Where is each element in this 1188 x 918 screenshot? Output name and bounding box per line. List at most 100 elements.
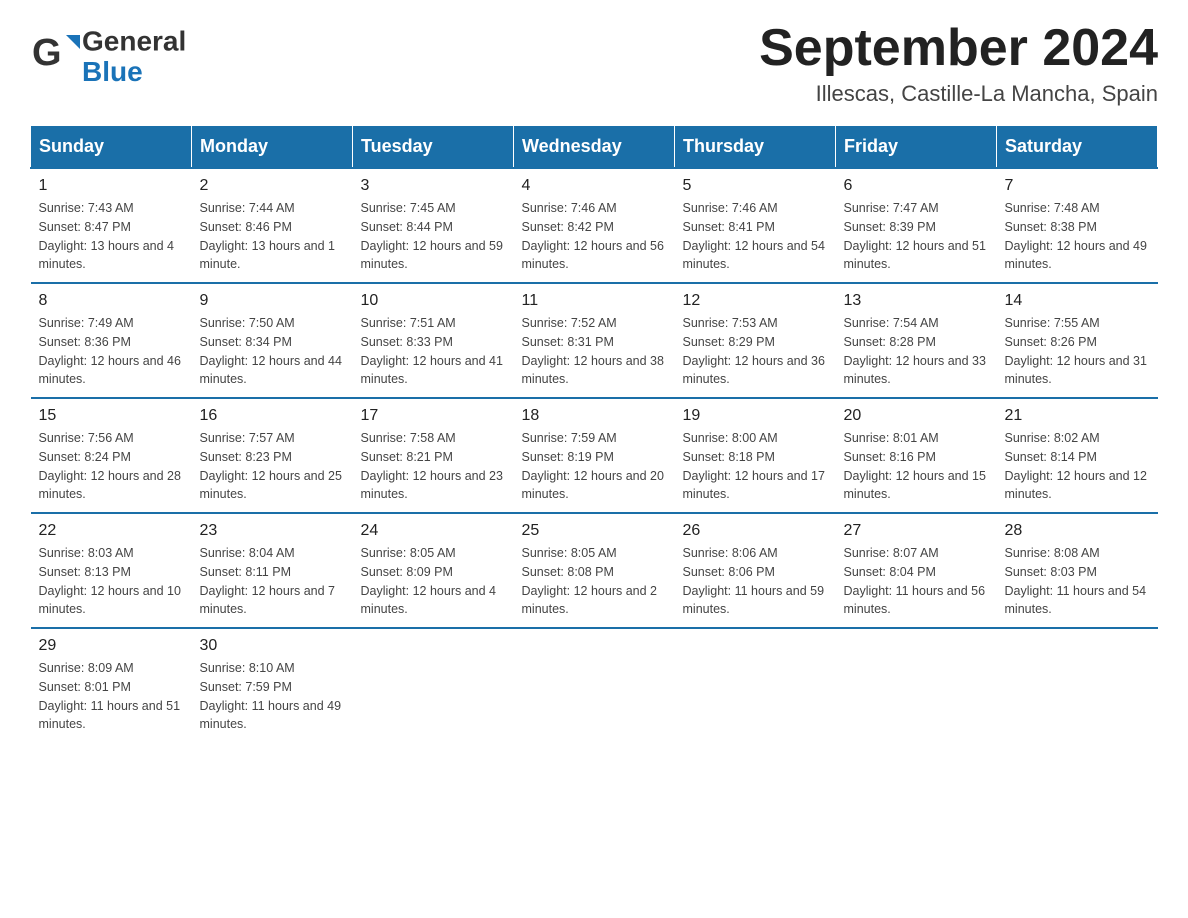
calendar-cell: 28 Sunrise: 8:08 AMSunset: 8:03 PMDayligh… xyxy=(997,513,1158,628)
day-number: 8 xyxy=(39,292,184,310)
col-header-tuesday: Tuesday xyxy=(353,126,514,169)
day-info: Sunrise: 7:50 AMSunset: 8:34 PMDaylight:… xyxy=(200,314,345,389)
calendar-header-row: SundayMondayTuesdayWednesdayThursdayFrid… xyxy=(31,126,1158,169)
day-number: 9 xyxy=(200,292,345,310)
calendar-cell: 29 Sunrise: 8:09 AMSunset: 8:01 PMDayligh… xyxy=(31,628,192,742)
day-number: 5 xyxy=(683,177,828,195)
calendar-cell: 1Sunrise: 7:43 AMSunset: 8:47 PMDaylight… xyxy=(31,168,192,283)
calendar-cell: 9 Sunrise: 7:50 AMSunset: 8:34 PMDaylight… xyxy=(192,283,353,398)
day-info: Sunrise: 7:46 AMSunset: 8:41 PMDaylight:… xyxy=(683,199,828,274)
day-info: Sunrise: 7:46 AMSunset: 8:42 PMDaylight:… xyxy=(522,199,667,274)
calendar-table: SundayMondayTuesdayWednesdayThursdayFrid… xyxy=(30,125,1158,742)
day-info: Sunrise: 8:05 AMSunset: 8:09 PMDaylight:… xyxy=(361,544,506,619)
day-number: 24 xyxy=(361,522,506,540)
calendar-cell: 6Sunrise: 7:47 AMSunset: 8:39 PMDaylight… xyxy=(836,168,997,283)
day-number: 18 xyxy=(522,407,667,425)
day-number: 22 xyxy=(39,522,184,540)
calendar-cell: 10Sunrise: 7:51 AMSunset: 8:33 PMDayligh… xyxy=(353,283,514,398)
calendar-cell: 25Sunrise: 8:05 AMSunset: 8:08 PMDayligh… xyxy=(514,513,675,628)
day-info: Sunrise: 7:51 AMSunset: 8:33 PMDaylight:… xyxy=(361,314,506,389)
logo-general: General xyxy=(82,20,186,58)
calendar-cell: 17Sunrise: 7:58 AMSunset: 8:21 PMDayligh… xyxy=(353,398,514,513)
day-info: Sunrise: 7:45 AMSunset: 8:44 PMDaylight:… xyxy=(361,199,506,274)
col-header-saturday: Saturday xyxy=(997,126,1158,169)
calendar-cell: 7 Sunrise: 7:48 AMSunset: 8:38 PMDaylight… xyxy=(997,168,1158,283)
calendar-cell: 24 Sunrise: 8:05 AMSunset: 8:09 PMDayligh… xyxy=(353,513,514,628)
day-info: Sunrise: 7:58 AMSunset: 8:21 PMDaylight:… xyxy=(361,429,506,504)
month-year-title: September 2024 xyxy=(759,20,1158,77)
day-info: Sunrise: 8:03 AMSunset: 8:13 PMDaylight:… xyxy=(39,544,184,619)
col-header-sunday: Sunday xyxy=(31,126,192,169)
day-number: 29 xyxy=(39,637,184,655)
calendar-cell xyxy=(997,628,1158,742)
page-header: G General Blue September 2024 Illescas, … xyxy=(30,20,1158,107)
calendar-cell: 23 Sunrise: 8:04 AMSunset: 8:11 PMDayligh… xyxy=(192,513,353,628)
calendar-week-row: 15Sunrise: 7:56 AMSunset: 8:24 PMDayligh… xyxy=(31,398,1158,513)
calendar-cell: 4Sunrise: 7:46 AMSunset: 8:42 PMDaylight… xyxy=(514,168,675,283)
day-number: 14 xyxy=(1005,292,1150,310)
day-number: 13 xyxy=(844,292,989,310)
day-info: Sunrise: 7:59 AMSunset: 8:19 PMDaylight:… xyxy=(522,429,667,504)
day-info: Sunrise: 8:01 AMSunset: 8:16 PMDaylight:… xyxy=(844,429,989,504)
logo-blue: Blue xyxy=(82,58,186,86)
calendar-cell: 15Sunrise: 7:56 AMSunset: 8:24 PMDayligh… xyxy=(31,398,192,513)
day-number: 30 xyxy=(200,637,345,655)
col-header-wednesday: Wednesday xyxy=(514,126,675,169)
day-info: Sunrise: 7:47 AMSunset: 8:39 PMDaylight:… xyxy=(844,199,989,274)
calendar-week-row: 1Sunrise: 7:43 AMSunset: 8:47 PMDaylight… xyxy=(31,168,1158,283)
calendar-cell: 12 Sunrise: 7:53 AMSunset: 8:29 PMDayligh… xyxy=(675,283,836,398)
day-info: Sunrise: 7:44 AMSunset: 8:46 PMDaylight:… xyxy=(200,199,345,274)
calendar-cell xyxy=(353,628,514,742)
calendar-cell: 20 Sunrise: 8:01 AMSunset: 8:16 PMDayligh… xyxy=(836,398,997,513)
day-number: 23 xyxy=(200,522,345,540)
calendar-cell: 26 Sunrise: 8:06 AMSunset: 8:06 PMDayligh… xyxy=(675,513,836,628)
day-info: Sunrise: 8:08 AMSunset: 8:03 PMDaylight:… xyxy=(1005,544,1150,619)
calendar-cell: 11Sunrise: 7:52 AMSunset: 8:31 PMDayligh… xyxy=(514,283,675,398)
calendar-cell: 27 Sunrise: 8:07 AMSunset: 8:04 PMDayligh… xyxy=(836,513,997,628)
day-number: 16 xyxy=(200,407,345,425)
logo: G General Blue xyxy=(30,20,186,86)
day-number: 3 xyxy=(361,177,506,195)
svg-text:G: G xyxy=(32,32,62,74)
calendar-cell: 5 Sunrise: 7:46 AMSunset: 8:41 PMDaylight… xyxy=(675,168,836,283)
calendar-cell xyxy=(675,628,836,742)
day-info: Sunrise: 8:02 AMSunset: 8:14 PMDaylight:… xyxy=(1005,429,1150,504)
title-block: September 2024 Illescas, Castille-La Man… xyxy=(759,20,1158,107)
day-number: 7 xyxy=(1005,177,1150,195)
location-subtitle: Illescas, Castille-La Mancha, Spain xyxy=(759,81,1158,107)
day-number: 11 xyxy=(522,292,667,310)
calendar-week-row: 29 Sunrise: 8:09 AMSunset: 8:01 PMDayligh… xyxy=(31,628,1158,742)
day-number: 2 xyxy=(200,177,345,195)
day-info: Sunrise: 7:55 AMSunset: 8:26 PMDaylight:… xyxy=(1005,314,1150,389)
day-number: 28 xyxy=(1005,522,1150,540)
calendar-cell: 22 Sunrise: 8:03 AMSunset: 8:13 PMDayligh… xyxy=(31,513,192,628)
col-header-thursday: Thursday xyxy=(675,126,836,169)
day-info: Sunrise: 7:43 AMSunset: 8:47 PMDaylight:… xyxy=(39,199,184,274)
day-number: 25 xyxy=(522,522,667,540)
calendar-cell: 21 Sunrise: 8:02 AMSunset: 8:14 PMDayligh… xyxy=(997,398,1158,513)
day-info: Sunrise: 8:09 AMSunset: 8:01 PMDaylight:… xyxy=(39,659,184,734)
day-info: Sunrise: 7:53 AMSunset: 8:29 PMDaylight:… xyxy=(683,314,828,389)
calendar-week-row: 8 Sunrise: 7:49 AMSunset: 8:36 PMDaylight… xyxy=(31,283,1158,398)
calendar-cell: 18 Sunrise: 7:59 AMSunset: 8:19 PMDayligh… xyxy=(514,398,675,513)
day-info: Sunrise: 7:56 AMSunset: 8:24 PMDaylight:… xyxy=(39,429,184,504)
day-number: 27 xyxy=(844,522,989,540)
day-number: 12 xyxy=(683,292,828,310)
day-info: Sunrise: 7:49 AMSunset: 8:36 PMDaylight:… xyxy=(39,314,184,389)
calendar-cell: 19 Sunrise: 8:00 AMSunset: 8:18 PMDayligh… xyxy=(675,398,836,513)
day-number: 21 xyxy=(1005,407,1150,425)
day-number: 20 xyxy=(844,407,989,425)
day-info: Sunrise: 8:10 AMSunset: 7:59 PMDaylight:… xyxy=(200,659,345,734)
day-number: 19 xyxy=(683,407,828,425)
day-number: 26 xyxy=(683,522,828,540)
calendar-cell: 8 Sunrise: 7:49 AMSunset: 8:36 PMDaylight… xyxy=(31,283,192,398)
logo-icon: G xyxy=(30,27,82,79)
day-info: Sunrise: 8:07 AMSunset: 8:04 PMDaylight:… xyxy=(844,544,989,619)
day-info: Sunrise: 8:00 AMSunset: 8:18 PMDaylight:… xyxy=(683,429,828,504)
calendar-cell: 13 Sunrise: 7:54 AMSunset: 8:28 PMDayligh… xyxy=(836,283,997,398)
day-info: Sunrise: 7:54 AMSunset: 8:28 PMDaylight:… xyxy=(844,314,989,389)
col-header-friday: Friday xyxy=(836,126,997,169)
day-info: Sunrise: 7:48 AMSunset: 8:38 PMDaylight:… xyxy=(1005,199,1150,274)
day-info: Sunrise: 8:04 AMSunset: 8:11 PMDaylight:… xyxy=(200,544,345,619)
day-info: Sunrise: 8:06 AMSunset: 8:06 PMDaylight:… xyxy=(683,544,828,619)
